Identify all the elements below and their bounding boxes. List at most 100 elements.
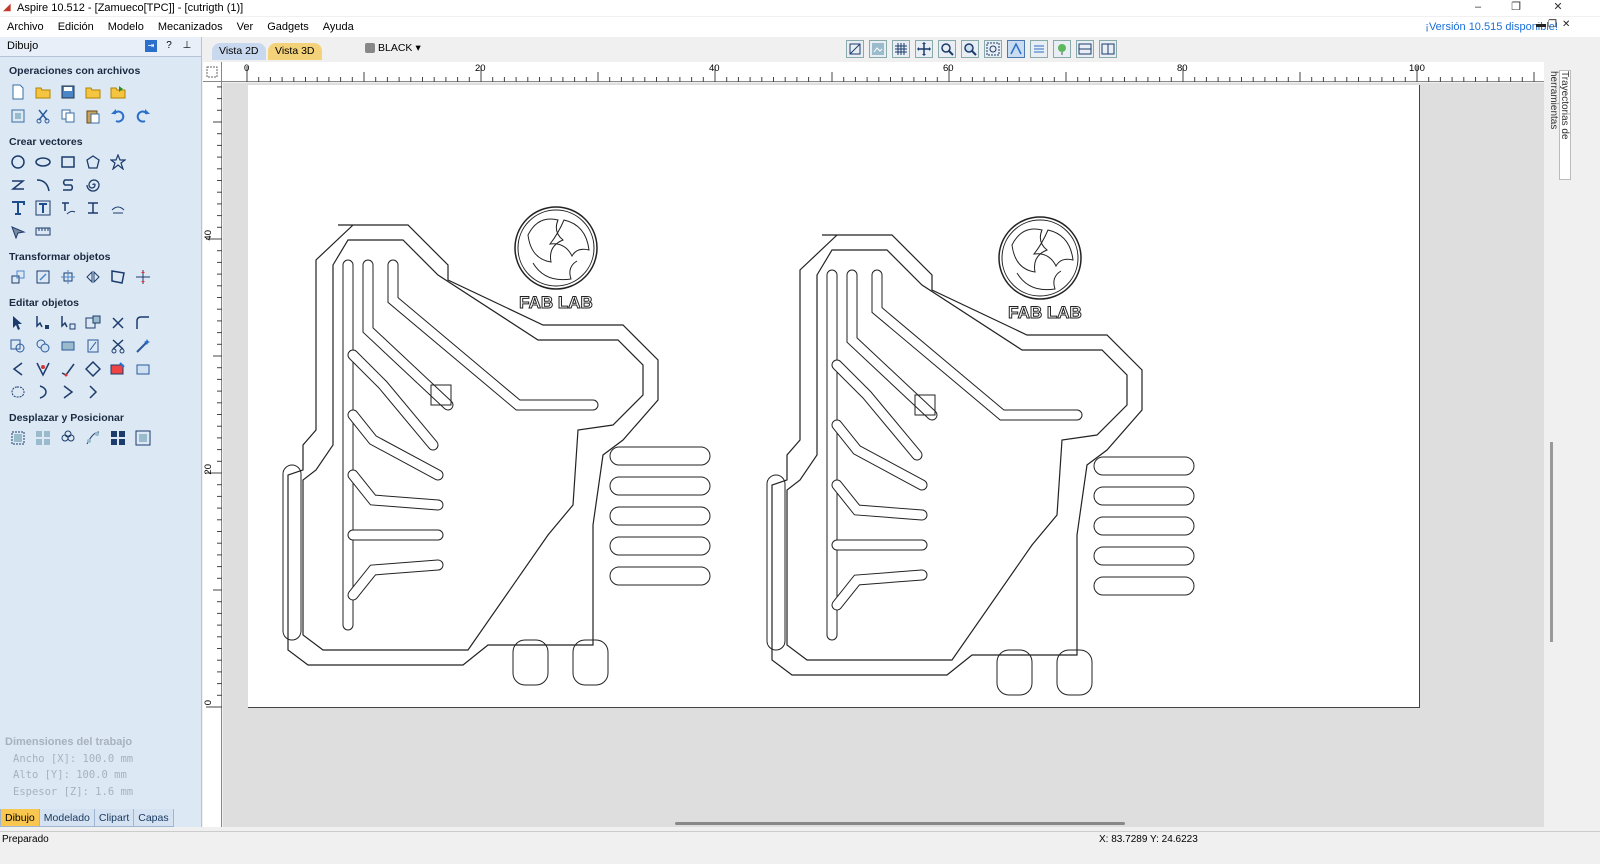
curve-fit-icon[interactable] <box>59 360 76 377</box>
close-vectors-icon[interactable] <box>34 360 51 377</box>
minimize-button[interactable]: – <box>1460 0 1496 16</box>
tab-dibujo[interactable]: Dibujo <box>0 809 40 827</box>
layer-dropdown[interactable]: BLACK ▾ <box>365 42 421 54</box>
show-vectors-icon[interactable] <box>1007 40 1025 58</box>
menu-mecanizados[interactable]: Mecanizados <box>151 17 230 37</box>
save-file-icon[interactable] <box>59 83 76 100</box>
menu-archivo[interactable]: Archivo <box>0 17 51 37</box>
zoom-all-icon[interactable] <box>961 40 979 58</box>
group-icon[interactable] <box>34 429 51 446</box>
corner-in-icon[interactable] <box>34 383 51 400</box>
fab-lab-logo-text-right[interactable]: FAB LAB <box>1008 303 1083 323</box>
tab-clipart[interactable]: Clipart <box>93 809 135 827</box>
undo-icon[interactable] <box>109 107 126 124</box>
block-copy-icon[interactable] <box>109 429 126 446</box>
circle-tool-icon[interactable] <box>9 153 26 170</box>
star-tool-icon[interactable] <box>109 153 126 170</box>
pan-icon[interactable] <box>915 40 933 58</box>
help-icon[interactable]: ? <box>163 40 175 52</box>
array-copy-icon[interactable] <box>134 429 151 446</box>
join-vectors-icon[interactable] <box>9 360 26 377</box>
subtract-tool-icon[interactable] <box>34 337 51 354</box>
doc-restore-button[interactable]: ❐ <box>1548 19 1557 30</box>
close-button[interactable]: ✕ <box>1540 0 1576 16</box>
pcb-board-left[interactable] <box>283 207 710 685</box>
dimension-tool-icon[interactable] <box>9 222 26 239</box>
tab-modelado[interactable]: Modelado <box>38 809 95 827</box>
weld-tool-icon[interactable] <box>9 337 26 354</box>
interactive-select-icon[interactable] <box>59 314 76 331</box>
show-bitmap-icon[interactable] <box>869 40 887 58</box>
fillet-tool-icon[interactable] <box>134 314 151 331</box>
menu-ayuda[interactable]: Ayuda <box>316 17 361 37</box>
tab-2d-view[interactable]: Vista 2D <box>212 43 266 60</box>
pcb-board-right[interactable] <box>767 217 1194 695</box>
mirror-tool-icon[interactable] <box>84 268 101 285</box>
redo-icon[interactable] <box>134 107 151 124</box>
trim-tool-icon[interactable] <box>109 314 126 331</box>
pin-icon[interactable]: ⊥ <box>181 40 193 52</box>
measure-tool-icon[interactable] <box>34 222 51 239</box>
rotate-tool-icon[interactable] <box>59 268 76 285</box>
job-material-area[interactable]: FAB LAB FAB LAB <box>248 85 1420 708</box>
rectangle-tool-icon[interactable] <box>59 153 76 170</box>
polyline-tool-icon[interactable] <box>9 176 26 193</box>
copy-icon[interactable] <box>59 107 76 124</box>
split-horizontal-icon[interactable] <box>1076 40 1094 58</box>
drawing-canvas[interactable]: FAB LAB FAB LAB <box>223 83 1544 827</box>
menu-modelo[interactable]: Modelo <box>101 17 151 37</box>
grid-icon[interactable] <box>892 40 910 58</box>
doc-close-button[interactable]: ✕ <box>1562 19 1570 30</box>
text-tool-icon[interactable] <box>9 199 26 216</box>
text-frame-tool-icon[interactable] <box>34 199 51 216</box>
menu-ver[interactable]: Ver <box>230 17 261 37</box>
corner-out-icon[interactable] <box>59 383 76 400</box>
cut-icon[interactable] <box>34 107 51 124</box>
horizontal-scrollbar[interactable] <box>675 822 1125 825</box>
node-edit-icon[interactable] <box>34 314 51 331</box>
tab-3d-view[interactable]: Vista 3D <box>268 43 322 60</box>
ungroup-icon[interactable] <box>59 429 76 446</box>
bitmap-trace-icon[interactable] <box>134 360 151 377</box>
auto-layout-text-icon[interactable] <box>84 199 101 216</box>
split-vertical-icon[interactable] <box>1099 40 1117 58</box>
new-file-icon[interactable] <box>9 83 26 100</box>
polygon-tool-icon[interactable] <box>84 153 101 170</box>
extend-vector-icon[interactable] <box>84 383 101 400</box>
menu-gadgets[interactable]: Gadgets <box>260 17 316 37</box>
arc-text-icon[interactable] <box>109 199 126 216</box>
distort-tool-icon[interactable] <box>109 268 126 285</box>
preview-icon[interactable] <box>1053 40 1071 58</box>
paste-icon[interactable] <box>84 107 101 124</box>
text-on-curve-icon[interactable] <box>59 199 76 216</box>
vertical-scrollbar[interactable] <box>1550 442 1553 642</box>
snap-objects-icon[interactable] <box>846 40 864 58</box>
tab-toolpaths[interactable]: Trayectorias de herramientas <box>1548 70 1571 180</box>
spiral-tool-icon[interactable] <box>84 176 101 193</box>
nest-parts-icon[interactable] <box>84 360 101 377</box>
magic-wand-icon[interactable] <box>134 337 151 354</box>
intersect-tool-icon[interactable] <box>59 337 76 354</box>
scale-tool-icon[interactable] <box>34 268 51 285</box>
align-tool-icon[interactable] <box>134 268 151 285</box>
job-setup-icon[interactable] <box>9 107 26 124</box>
import-folder-icon[interactable] <box>84 83 101 100</box>
curve-tool-icon[interactable] <box>59 176 76 193</box>
dogbone-icon[interactable] <box>109 360 126 377</box>
menu-edicion[interactable]: Edición <box>51 17 101 37</box>
zoom-selection-icon[interactable] <box>984 40 1002 58</box>
ellipse-tool-icon[interactable] <box>34 153 51 170</box>
dock-icon[interactable]: ⇥ <box>145 40 157 52</box>
select-tool-icon[interactable] <box>9 314 26 331</box>
tab-capas[interactable]: Capas <box>133 809 174 827</box>
doc-minimize-button[interactable]: ▬ <box>1536 19 1546 30</box>
smart-snap-icon[interactable] <box>84 314 101 331</box>
open-file-icon[interactable] <box>34 83 51 100</box>
fab-lab-logo-text-left[interactable]: FAB LAB <box>519 293 594 313</box>
restore-button[interactable]: ❐ <box>1498 0 1534 16</box>
ruler-origin[interactable] <box>203 62 222 82</box>
pcb-drawing[interactable]: FAB LAB FAB LAB <box>248 85 1420 708</box>
zoom-box-icon[interactable] <box>938 40 956 58</box>
export-folder-icon[interactable] <box>109 83 126 100</box>
selection-box-icon[interactable] <box>9 429 26 446</box>
